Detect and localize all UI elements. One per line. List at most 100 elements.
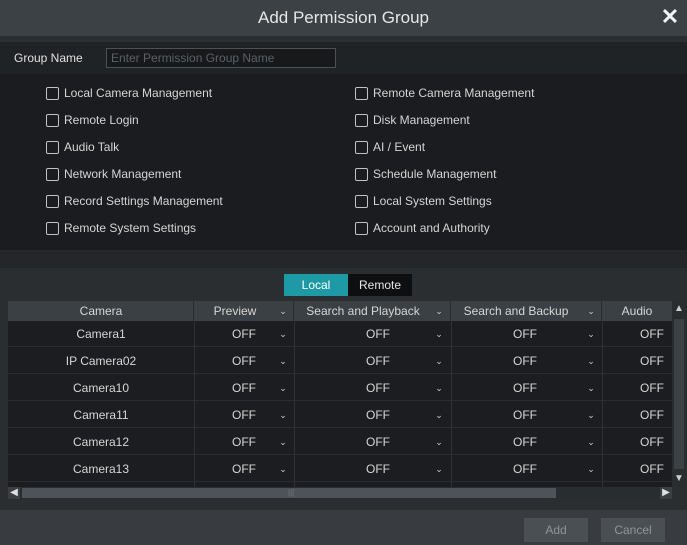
audio-select[interactable]: OFF <box>602 375 672 401</box>
cancel-button[interactable]: Cancel <box>601 518 665 542</box>
checkbox[interactable] <box>46 194 59 208</box>
audio-select[interactable]: OFF <box>602 402 672 428</box>
dialog-titlebar: Add Permission Group ✕ <box>0 0 687 36</box>
chevron-down-icon[interactable]: ⌄ <box>586 306 596 316</box>
chevron-down-icon[interactable]: ⌄ <box>586 464 596 474</box>
search-playback-select[interactable]: OFF ⌄ <box>294 456 451 482</box>
chevron-down-icon[interactable]: ⌄ <box>434 437 444 447</box>
search-backup-select[interactable]: OFF ⌄ <box>451 429 602 455</box>
checkbox[interactable] <box>355 194 368 208</box>
preview-select[interactable]: OFF ⌄ <box>194 402 294 428</box>
close-icon[interactable]: ✕ <box>659 4 681 30</box>
perm-disk-management[interactable]: Disk Management <box>355 111 470 129</box>
perm-label: Network Management <box>64 167 182 181</box>
audio-select[interactable]: OFF <box>602 429 672 455</box>
preview-select[interactable]: OFF ⌄ <box>194 321 294 347</box>
perm-audio-talk[interactable]: Audio Talk <box>46 138 119 156</box>
checkbox[interactable] <box>355 167 368 181</box>
chevron-down-icon[interactable]: ⌄ <box>586 329 596 339</box>
search-backup-select[interactable]: OFF ⌄ <box>451 321 602 347</box>
chevron-down-icon[interactable]: ⌄ <box>434 329 444 339</box>
audio-select[interactable]: OFF <box>602 456 672 482</box>
checkbox[interactable] <box>46 140 59 154</box>
scroll-up-arrow-icon[interactable]: ▲ <box>674 303 684 315</box>
table-row: IP Camera02 OFF ⌄ OFF ⌄ OFF ⌄ OFF <box>8 348 672 374</box>
perm-schedule-management[interactable]: Schedule Management <box>355 165 496 183</box>
search-playback-select[interactable]: OFF ⌄ <box>294 375 451 401</box>
chevron-down-icon[interactable]: ⌄ <box>278 464 288 474</box>
perm-label: Remote System Settings <box>64 221 197 235</box>
chevron-down-icon[interactable]: ⌄ <box>586 383 596 393</box>
search-backup-select[interactable]: OFF ⌄ <box>451 456 602 482</box>
checkbox[interactable] <box>355 86 368 100</box>
perm-label: Record Settings Management <box>64 194 223 208</box>
perm-remote-camera-management[interactable]: Remote Camera Management <box>355 84 534 102</box>
table-row: Camera11 OFF ⌄ OFF ⌄ OFF ⌄ OFF <box>8 402 672 428</box>
checkbox[interactable] <box>355 221 368 235</box>
perm-local-camera-management[interactable]: Local Camera Management <box>46 84 212 102</box>
tab-remote[interactable]: Remote <box>348 274 412 296</box>
perm-record-settings-management[interactable]: Record Settings Management <box>46 192 223 210</box>
dialog-footer: Add Cancel <box>0 510 687 545</box>
search-playback-select[interactable]: OFF ⌄ <box>294 429 451 455</box>
perm-remote-system-settings[interactable]: Remote System Settings <box>46 219 196 237</box>
perm-network-management[interactable]: Network Management <box>46 165 181 183</box>
search-playback-select[interactable]: OFF ⌄ <box>294 321 451 347</box>
search-backup-select[interactable]: OFF ⌄ <box>451 402 602 428</box>
perm-label: Disk Management <box>373 113 470 127</box>
vertical-scroll-thumb[interactable] <box>674 319 684 469</box>
search-backup-select[interactable]: OFF ⌄ <box>451 348 602 374</box>
vertical-scrollbar[interactable]: ▲ ▼ <box>672 301 686 487</box>
chevron-down-icon[interactable]: ⌄ <box>278 329 288 339</box>
perm-account-and-authority[interactable]: Account and Authority <box>355 219 490 237</box>
scroll-down-arrow-icon[interactable]: ▼ <box>674 473 684 485</box>
search-playback-select[interactable]: OFF ⌄ <box>294 402 451 428</box>
table-row: Camera1 OFF ⌄ OFF ⌄ OFF ⌄ OFF <box>8 321 672 347</box>
group-name-input[interactable] <box>106 48 336 68</box>
chevron-down-icon[interactable]: ⌄ <box>434 383 444 393</box>
camera-name: IP Camera02 <box>65 354 137 368</box>
chevron-down-icon[interactable]: ⌄ <box>434 306 444 316</box>
audio-select[interactable]: OFF <box>602 348 672 374</box>
camera-name: Camera1 <box>76 327 126 341</box>
preview-select[interactable]: OFF ⌄ <box>194 348 294 374</box>
checkbox[interactable] <box>355 140 368 154</box>
chevron-down-icon[interactable]: ⌄ <box>434 356 444 366</box>
checkbox[interactable] <box>355 113 368 127</box>
preview-select[interactable]: OFF ⌄ <box>194 456 294 482</box>
checkbox[interactable] <box>46 221 59 235</box>
chevron-down-icon[interactable]: ⌄ <box>278 437 288 447</box>
checkbox[interactable] <box>46 113 59 127</box>
perm-remote-login[interactable]: Remote Login <box>46 111 139 129</box>
chevron-down-icon[interactable]: ⌄ <box>278 306 288 316</box>
add-button[interactable]: Add <box>524 518 588 542</box>
chevron-down-icon[interactable]: ⌄ <box>434 410 444 420</box>
perm-local-system-settings[interactable]: Local System Settings <box>355 192 492 210</box>
search-backup-select[interactable]: OFF ⌄ <box>451 375 602 401</box>
chevron-down-icon[interactable]: ⌄ <box>434 464 444 474</box>
search-playback-select[interactable]: OFF ⌄ <box>294 348 451 374</box>
column-header-audio: Audio <box>621 304 653 318</box>
preview-select[interactable]: OFF ⌄ <box>194 429 294 455</box>
tab-bar: Local Remote <box>0 268 687 301</box>
column-header-preview[interactable]: Preview ⌄ <box>194 301 294 321</box>
checkbox[interactable] <box>46 167 59 181</box>
preview-select[interactable]: OFF ⌄ <box>194 375 294 401</box>
checkbox[interactable] <box>46 86 59 100</box>
column-header-search-backup[interactable]: Search and Backup ⌄ <box>451 301 602 321</box>
chevron-down-icon[interactable]: ⌄ <box>278 356 288 366</box>
column-header-search-playback[interactable]: Search and Playback ⌄ <box>294 301 451 321</box>
chevron-down-icon[interactable]: ⌄ <box>586 437 596 447</box>
audio-select[interactable]: OFF <box>602 321 672 347</box>
tab-local[interactable]: Local <box>284 274 348 296</box>
chevron-down-icon[interactable]: ⌄ <box>586 356 596 366</box>
horizontal-scrollbar[interactable]: ◀ ||| ▶ <box>8 487 672 499</box>
perm-label: Remote Login <box>64 113 139 127</box>
chevron-down-icon[interactable]: ⌄ <box>586 410 596 420</box>
perm-ai-event[interactable]: AI / Event <box>355 138 425 156</box>
scroll-left-arrow-icon[interactable]: ◀ <box>8 487 20 499</box>
table-row: Camera13 OFF ⌄ OFF ⌄ OFF ⌄ OFF <box>8 456 672 482</box>
chevron-down-icon[interactable]: ⌄ <box>278 383 288 393</box>
scroll-right-arrow-icon[interactable]: ▶ <box>660 487 672 499</box>
chevron-down-icon[interactable]: ⌄ <box>278 410 288 420</box>
